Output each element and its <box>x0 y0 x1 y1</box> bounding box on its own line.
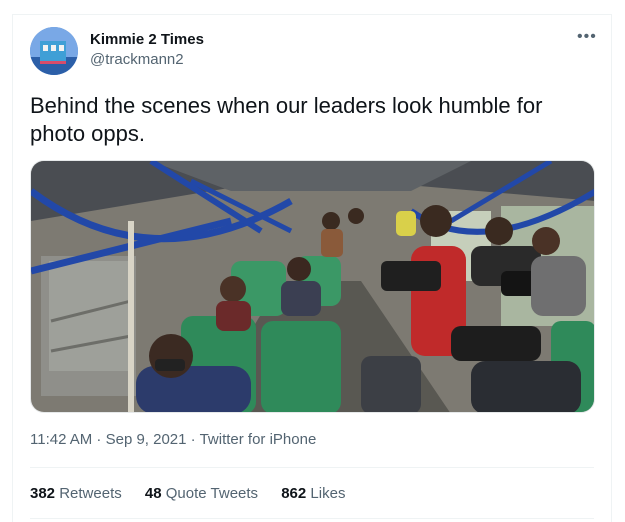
tweet-source[interactable]: Twitter for iPhone <box>200 431 317 448</box>
avatar-image <box>30 27 78 75</box>
meta-separator: · <box>186 431 200 448</box>
tweet-text: Behind the scenes when our leaders look … <box>30 93 543 146</box>
likes-count: 862 <box>281 485 307 502</box>
train-interior-photo <box>31 161 594 412</box>
tweet-stats: 382 Retweets 48 Quote Tweets 862 Likes <box>30 485 364 502</box>
quote-tweets-count: 48 <box>144 485 162 502</box>
avatar[interactable] <box>30 27 78 75</box>
author-name[interactable]: Kimmie 2 Times <box>90 31 204 48</box>
quote-tweets-label: Quote Tweets <box>165 485 259 502</box>
tweet-photo[interactable] <box>30 160 595 413</box>
retweets-count: 382 <box>30 485 56 502</box>
retweets-stat[interactable]: 382 Retweets <box>30 485 122 502</box>
likes-label: Likes <box>310 485 346 502</box>
divider <box>30 518 594 519</box>
more-options-icon[interactable]: ••• <box>577 28 597 46</box>
divider <box>30 467 594 468</box>
quote-tweets-stat[interactable]: 48 Quote Tweets <box>145 485 258 502</box>
tweet-timestamp[interactable]: 11:42 AM · Sep 9, 2021 <box>30 431 187 448</box>
author-handle[interactable]: @trackmann2 <box>90 51 184 68</box>
retweets-label: Retweets <box>59 485 122 502</box>
tweet-meta: 11:42 AM · Sep 9, 2021 · Twitter for iPh… <box>30 431 316 448</box>
likes-stat[interactable]: 862 Likes <box>281 485 345 502</box>
